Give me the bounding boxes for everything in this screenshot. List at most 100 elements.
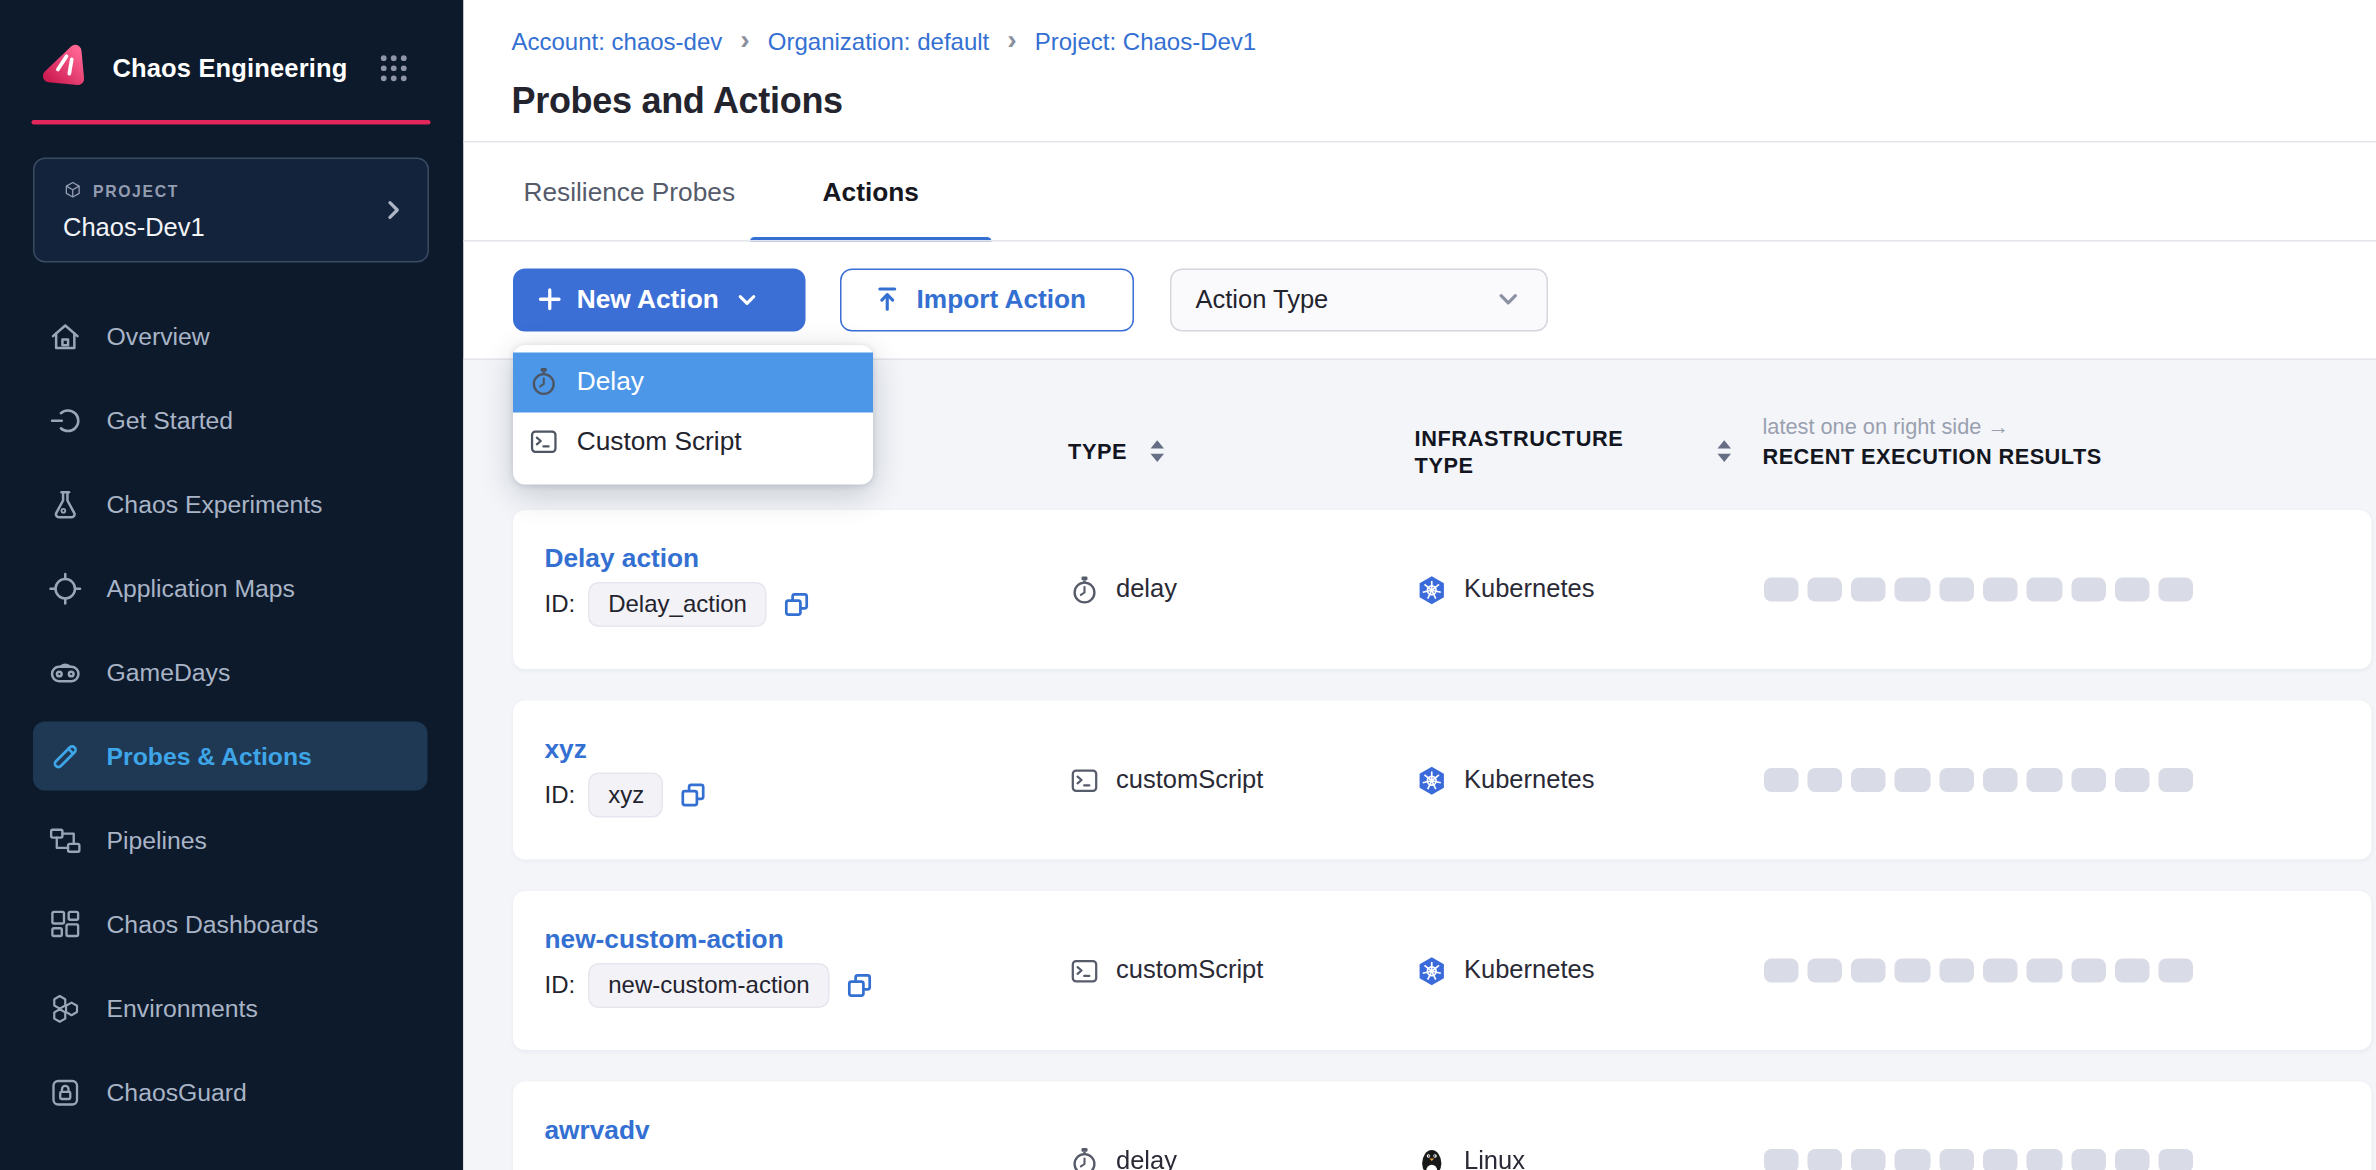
breadcrumb-link[interactable]: Account: chaos-dev [512, 29, 723, 56]
breadcrumb-link[interactable]: Organization: default [768, 29, 989, 56]
breadcrumb-link[interactable]: Project: Chaos-Dev1 [1035, 29, 1256, 56]
sidebar-item-probes-actions[interactable]: Probes & Actions [0, 714, 464, 798]
sort-icon[interactable] [1716, 440, 1733, 464]
execution-result-placeholder [1851, 577, 1886, 602]
action-id-chip: new-custom-action [589, 963, 829, 1007]
action-id-row: ID: new-custom-action [545, 963, 873, 1008]
flask-icon [48, 487, 83, 522]
tab-actions[interactable]: Actions [750, 143, 992, 242]
execution-result-placeholder [1763, 577, 1798, 602]
new-action-button[interactable]: New Action [512, 269, 805, 331]
execution-result-placeholder [2115, 577, 2150, 602]
id-label: ID: [545, 972, 576, 999]
tab-resilience-probes[interactable]: Resilience Probes [509, 143, 751, 242]
action-row: xyz ID: xyz customScript Kubernetes [513, 701, 2372, 860]
project-chevron-right-icon [380, 197, 407, 224]
execution-result-placeholder [1939, 958, 1974, 983]
menu-item-delay[interactable]: Delay [512, 352, 872, 412]
execution-result-placeholder [1983, 1148, 2018, 1170]
environments-icon [48, 991, 83, 1026]
project-selector[interactable]: PROJECT Chaos-Dev1 [33, 158, 429, 263]
execution-result-placeholder [1895, 1148, 1930, 1170]
menu-item-custom-script[interactable]: Custom Script [512, 412, 872, 472]
module-grid-icon[interactable] [378, 53, 410, 85]
new-action-menu: Delay Custom Script [512, 344, 872, 484]
page-title: Probes and Actions [512, 80, 843, 122]
execution-result-placeholder [2027, 958, 2062, 983]
action-name-link[interactable]: awrvadv [545, 1115, 650, 1147]
execution-result-placeholder [1763, 958, 1798, 983]
sidebar-item-pipelines[interactable]: Pipelines [0, 798, 464, 882]
sidebar-item-chaosguard[interactable]: ChaosGuard [0, 1050, 464, 1134]
recent-results-cell [1763, 891, 2193, 1050]
action-name-link[interactable]: new-custom-action [545, 924, 784, 956]
sidebar-nav: Overview Get Started Chaos Experiments A… [0, 294, 464, 1134]
action-id-chip: xyz [589, 773, 664, 817]
recent-results-cell [1763, 1082, 2193, 1170]
sidebar-item-label: Pipelines [107, 826, 207, 855]
execution-result-placeholder [2159, 767, 2194, 792]
execution-result-placeholder [2027, 767, 2062, 792]
execution-result-placeholder [1983, 767, 2018, 792]
execution-result-placeholder [1983, 577, 2018, 602]
terminal-icon [1070, 955, 1100, 987]
infrastructure-cell: Linux [1416, 1082, 1525, 1170]
execution-result-placeholder [2071, 958, 2106, 983]
execution-result-placeholder [2027, 1148, 2062, 1170]
column-header-infrastructure[interactable]: INFRASTRUCTURE TYPE [1415, 426, 1655, 479]
infrastructure-cell: Kubernetes [1416, 891, 1594, 1050]
action-name-link[interactable]: xyz [545, 734, 587, 766]
sidebar-item-chaos-dashboards[interactable]: Chaos Dashboards [0, 882, 464, 966]
sidebar-item-overview[interactable]: Overview [0, 294, 464, 378]
project-cube-icon [63, 180, 83, 200]
tab-bar: Resilience ProbesActions [509, 143, 992, 242]
probe-icon [48, 739, 83, 774]
stopwatch-icon [1070, 574, 1100, 606]
execution-result-placeholder [2115, 958, 2150, 983]
action-id-row: ID: Delay_action [545, 582, 810, 627]
infrastructure-cell: Kubernetes [1416, 701, 1594, 860]
execution-result-placeholder [1807, 767, 1842, 792]
import-icon [873, 285, 902, 314]
sort-icon[interactable] [1149, 440, 1166, 464]
sidebar-item-label: Application Maps [107, 574, 295, 603]
copy-icon[interactable] [783, 591, 810, 618]
sidebar-item-label: Environments [107, 994, 258, 1023]
stopwatch-icon [527, 366, 559, 398]
column-header-type[interactable]: TYPE [1068, 440, 1127, 464]
execution-result-placeholder [1939, 767, 1974, 792]
execution-result-placeholder [2115, 1148, 2150, 1170]
kubernetes-icon [1416, 764, 1448, 796]
pipelines-icon [48, 823, 83, 858]
execution-result-placeholder [1895, 767, 1930, 792]
sidebar-item-chaos-experiments[interactable]: Chaos Experiments [0, 462, 464, 546]
execution-result-placeholder [1895, 577, 1930, 602]
execution-result-placeholder [2159, 1148, 2194, 1170]
import-action-button[interactable]: Import Action [840, 269, 1133, 331]
sidebar-item-gamedays[interactable]: GameDays [0, 630, 464, 714]
action-type-filter[interactable]: Action Type [1170, 269, 1548, 331]
sidebar-item-get-started[interactable]: Get Started [0, 378, 464, 462]
breadcrumb-separator-icon: › [1007, 23, 1016, 56]
sidebar-item-environments[interactable]: Environments [0, 966, 464, 1050]
copy-icon[interactable] [846, 972, 873, 999]
main-content: Account: chaos-dev › Organization: default… [464, 0, 2376, 1170]
tabs-divider [464, 240, 2376, 242]
gamepad-icon [48, 655, 83, 690]
execution-result-placeholder [1807, 577, 1842, 602]
dashboards-icon [48, 907, 83, 942]
stopwatch-icon [1070, 1145, 1100, 1170]
execution-result-placeholder [2027, 577, 2062, 602]
chaosguard-icon [48, 1075, 83, 1110]
terminal-icon [527, 426, 559, 458]
application-maps-icon [48, 571, 83, 606]
action-name-link[interactable]: Delay action [545, 543, 700, 575]
chevron-down-icon [1494, 285, 1523, 314]
sidebar-item-application-maps[interactable]: Application Maps [0, 546, 464, 630]
linux-icon [1416, 1145, 1448, 1170]
copy-icon[interactable] [680, 782, 707, 809]
id-label: ID: [545, 591, 576, 618]
type-cell: delay [1070, 1082, 1177, 1170]
breadcrumb-separator-icon: › [740, 23, 749, 56]
column-header-results: RECENT EXECUTION RESULTS [1763, 444, 2102, 468]
